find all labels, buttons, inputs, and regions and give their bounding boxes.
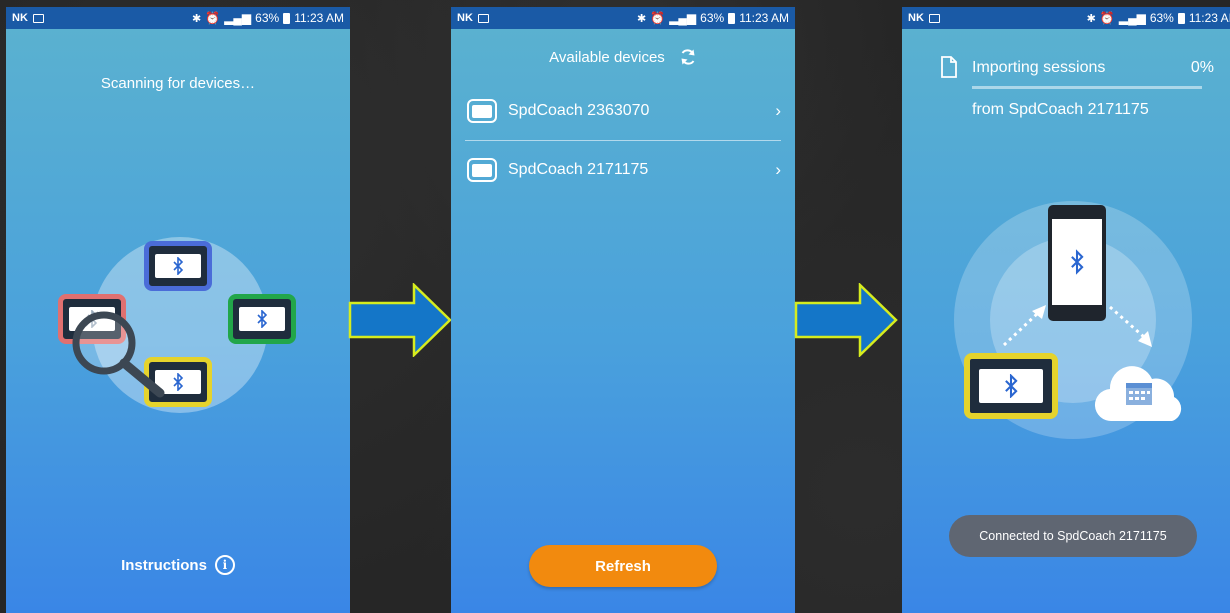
refresh-button[interactable]: Refresh [529, 545, 717, 587]
dotted-arrow-up-icon [1002, 305, 1046, 347]
image-notification-icon [32, 13, 44, 23]
magnifier-icon [72, 311, 165, 398]
right-arrow-icon [348, 283, 452, 357]
signal-icon: ▂▄▆ [669, 11, 697, 25]
bluetooth-status-icon: ✱ [1086, 12, 1096, 25]
instructions-link[interactable]: Instructions i [6, 555, 350, 575]
signal-icon: ▂▄▆ [1118, 11, 1146, 25]
image-notification-icon [477, 13, 489, 23]
device-list-item[interactable]: SpdCoach 2171175 › [467, 150, 781, 190]
clock: 11:23 AI [1188, 11, 1230, 25]
chevron-right-icon: › [775, 160, 781, 179]
right-arrow-icon [794, 283, 898, 357]
device-name: SpdCoach 2363070 [508, 102, 650, 119]
speedcoach-device-icon [467, 158, 497, 182]
battery-percent: 63% [700, 11, 725, 25]
bluetooth-status-icon: ✱ [192, 12, 202, 25]
info-icon: i [214, 555, 235, 575]
screen-available-devices: NK ✱ ⏰ ▂▄▆ 63% 11:23 AM Available device… [451, 7, 795, 613]
battery-percent: 63% [1149, 11, 1174, 25]
scanning-text: Scanning for devices… [100, 75, 256, 92]
status-bar: NK ✱ ⏰ ▂▄▆ 63% 11:23 AI [902, 7, 1230, 29]
connection-toast: Connected to SpdCoach 2171175 [949, 515, 1197, 557]
importing-label: Importing sessions [972, 59, 1106, 76]
import-status: Importing sessions 0% [941, 56, 1214, 78]
battery-icon [283, 12, 291, 24]
devices-header-title: Available devices [549, 48, 665, 66]
speedcoach-device-icon [467, 99, 497, 123]
dotted-arrow-down-icon [1109, 305, 1152, 347]
alarm-icon: ⏰ [650, 11, 666, 25]
bluetooth-icon [173, 256, 184, 275]
phone-icon [1048, 205, 1106, 321]
bluetooth-icon [1005, 374, 1018, 398]
import-source-text: from SpdCoach 2171175 [972, 101, 1149, 118]
list-divider [465, 140, 781, 141]
battery-icon [1177, 12, 1185, 24]
battery-icon [728, 12, 736, 24]
device-blue-icon [144, 241, 212, 291]
bluetooth-icon [257, 309, 268, 328]
screen-scanning: NK ✱ ⏰ ▂▄▆ 63% 11:23 AM Scanning for dev… [6, 7, 350, 613]
clock: 11:23 AM [739, 11, 789, 25]
refresh-icon[interactable] [679, 48, 697, 66]
carrier-label: NK [457, 12, 473, 24]
carrier-label: NK [12, 12, 28, 24]
chevron-right-icon: › [775, 101, 781, 120]
battery-percent: 63% [255, 11, 280, 25]
image-notification-icon [928, 13, 940, 23]
speedcoach-device-icon [964, 353, 1058, 419]
alarm-icon: ⏰ [1099, 11, 1115, 25]
device-list-item[interactable]: SpdCoach 2363070 › [467, 91, 781, 131]
status-bar: NK ✱ ⏰ ▂▄▆ 63% 11:23 AM [451, 7, 795, 29]
carrier-label: NK [908, 12, 924, 24]
device-green-icon [228, 294, 296, 344]
clock: 11:23 AM [294, 11, 344, 25]
status-bar: NK ✱ ⏰ ▂▄▆ 63% 11:23 AM [6, 7, 350, 29]
import-percent: 0% [1190, 59, 1214, 76]
device-name: SpdCoach 2171175 [508, 161, 649, 178]
signal-icon: ▂▄▆ [224, 11, 252, 25]
document-icon [941, 56, 957, 78]
screen-importing: NK ✱ ⏰ ▂▄▆ 63% 11:23 AI Importing sessio… [902, 7, 1230, 613]
import-progress-bar [972, 86, 1202, 89]
bluetooth-icon [1071, 249, 1084, 275]
instructions-label: Instructions [121, 556, 207, 574]
cloud-icon [1094, 366, 1182, 422]
devices-header: Available devices [451, 48, 795, 66]
alarm-icon: ⏰ [205, 11, 221, 25]
bluetooth-status-icon: ✱ [637, 12, 647, 25]
